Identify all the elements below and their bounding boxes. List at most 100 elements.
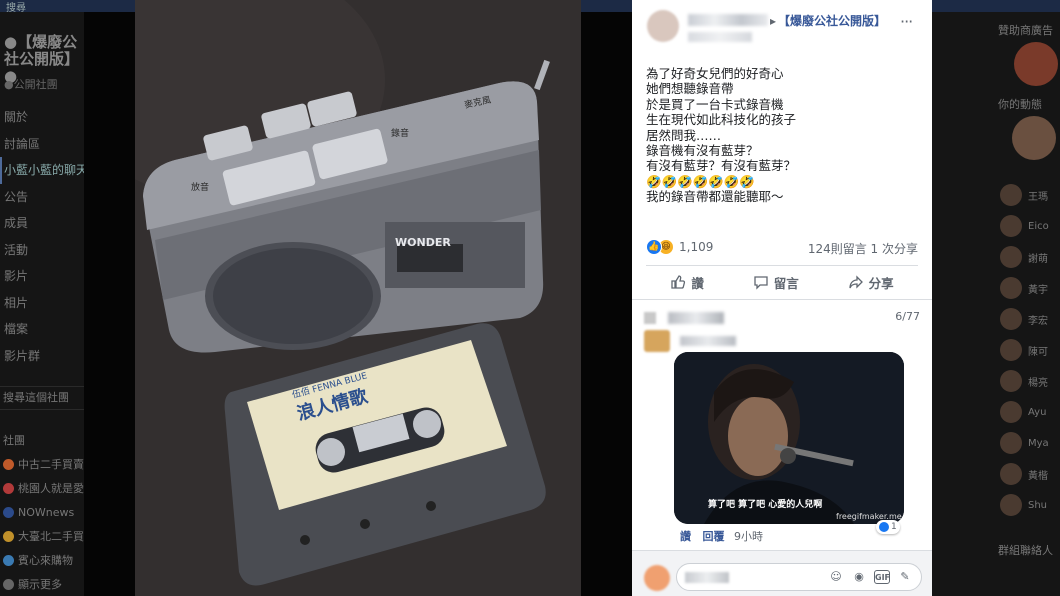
commenter-name-blurred[interactable]	[680, 336, 736, 346]
background-nav-item: 影片群	[4, 348, 41, 363]
viewer-avatar	[644, 565, 670, 591]
comment-label: 留言	[773, 275, 799, 291]
cassette-player-illustration: 放音 錄音 麥克風 WONDER 浪人情歌 伍佰 FENNA BLUE	[135, 0, 581, 596]
contact-name: 謝萌	[1028, 253, 1048, 265]
comment-placeholder-blurred	[685, 572, 729, 583]
post-actions: 讚 留言 分享	[646, 268, 918, 296]
camera-icon[interactable]: ◉	[851, 569, 867, 585]
contact-avatar	[1000, 277, 1022, 299]
like-label: 讚	[691, 275, 704, 291]
group-avatar-icon	[3, 530, 14, 542]
background-contact-item: 李宏	[1000, 306, 1048, 332]
contact-avatar	[1000, 494, 1022, 516]
comment-reaction-badge[interactable]: 1	[876, 520, 900, 534]
background-contact-item: Shu	[1000, 492, 1047, 518]
share-button[interactable]: 分享	[848, 273, 894, 292]
commenter-avatar[interactable]	[644, 330, 670, 352]
background-nav-item: 關於	[4, 110, 29, 124]
background-left-column: ●【爆廢公社公開版】● ●公開社團 關於討論區小藍小藍的聊天室公告成員活動影片相…	[0, 12, 84, 596]
more-options-button[interactable]: ···	[900, 12, 913, 31]
background-contact-item: 王瑪	[1000, 182, 1048, 208]
share-arrow-icon	[848, 275, 863, 289]
contact-avatar	[1000, 246, 1022, 268]
contact-name: Mya	[1028, 437, 1049, 449]
comment-reaction-count: 1	[891, 522, 897, 532]
contact-name: 黃宇	[1028, 284, 1048, 296]
background-contact-item: 黃楷	[1000, 461, 1048, 487]
comment-composer: ☺ ◉ GIF ✎	[632, 550, 932, 596]
contact-name: 王瑪	[1028, 191, 1048, 203]
post-body: 為了好奇女兒們的好奇心 她們想聽錄音帶 於是買了一台卡式錄音機 生在現代如此科技化的孩…	[646, 66, 926, 205]
group-link[interactable]: ▸ 【爆廢公社公開版】	[770, 12, 886, 29]
background-group-nav: 關於討論區小藍小藍的聊天室公告成員活動影片相片檔案影片群	[0, 104, 84, 369]
emoji-icon[interactable]: ☺	[828, 569, 844, 585]
post-header: ▸ 【爆廢公社公開版】 ···	[632, 0, 932, 50]
background-online-title: 你的動態	[998, 98, 1042, 111]
background-contact-item: 謝萌	[1000, 244, 1048, 270]
gif-icon[interactable]: GIF	[874, 570, 890, 584]
author-name-blurred[interactable]	[688, 14, 768, 26]
group-avatar-icon	[3, 578, 14, 590]
contact-avatar	[1000, 308, 1022, 330]
comment-page-count: 6/77	[895, 310, 920, 323]
like-button[interactable]: 讚	[670, 273, 704, 292]
background-contact-item: Mya	[1000, 430, 1049, 456]
background-ad-image	[1014, 42, 1058, 86]
sticker-icon[interactable]: ✎	[897, 569, 913, 585]
background-contact-item: 陳可	[1000, 337, 1048, 363]
background-group-search: 搜尋這個社團	[0, 386, 84, 410]
contact-avatar	[1000, 463, 1022, 485]
contact-name: Eico	[1028, 220, 1049, 232]
author-avatar[interactable]	[647, 10, 679, 42]
background-nav-item: 成員	[4, 216, 29, 230]
contact-avatar	[1000, 215, 1022, 237]
player-brand-label: WONDER	[395, 236, 451, 249]
contact-avatar	[1000, 184, 1022, 206]
background-group-label: 桃園人就是愛	[18, 482, 84, 495]
comment-button[interactable]: 留言	[753, 273, 799, 292]
post-text-line: 居然問我……	[646, 127, 722, 143]
contact-name: 楊亮	[1028, 377, 1048, 389]
comment-bubble-icon	[754, 276, 768, 290]
background-nav-item: 小藍小藍的聊天室	[0, 157, 84, 184]
reaction-icons: 👍 😆	[646, 239, 678, 255]
background-groups-title: 社團	[3, 434, 25, 447]
background-group-item: 顯示更多	[0, 572, 84, 596]
background-group-label: NOWnews	[18, 505, 75, 519]
reaction-count[interactable]: 1,109	[679, 240, 713, 254]
post-text-line: 於是買了一台卡式錄音機	[646, 96, 784, 112]
group-avatar-icon	[3, 554, 14, 566]
comment-gif[interactable]: 算了吧 算了吧 心愛的人兒啊 freegifmaker.me	[674, 352, 904, 524]
comment-share-count[interactable]: 124則留言 1 次分享	[808, 240, 918, 257]
background-group-label: 賓心來購物	[18, 554, 73, 567]
comment-like-button[interactable]: 讚	[680, 530, 691, 543]
post-text-line: 有沒有藍芽？有沒有藍芽？	[646, 158, 797, 174]
post-photo[interactable]: 放音 錄音 麥克風 WONDER 浪人情歌 伍佰 FENNA BLUE	[135, 0, 581, 596]
background-groups-list: 中古二手買賣桃園人就是愛 NOWnews 大臺北二手買賣賓心來購物顯示更多	[0, 452, 84, 596]
comment-input[interactable]: ☺ ◉ GIF ✎	[676, 563, 922, 591]
contact-avatar	[1000, 401, 1022, 423]
comment-time: 9小時	[734, 530, 763, 543]
background-group-label: 顯示更多	[18, 578, 62, 591]
group-name: 【爆廢公社公開版】	[778, 14, 887, 28]
contact-name: 陳可	[1028, 346, 1048, 358]
reaction-bar[interactable]: 👍 😆 1,109 124則留言 1 次分享	[646, 238, 918, 258]
background-story-image	[1012, 116, 1056, 160]
background-nav-item: 檔案	[4, 322, 29, 336]
contact-avatar	[1000, 370, 1022, 392]
player-playback-label: 放音	[191, 181, 209, 193]
comment-reply-button[interactable]: 回覆	[703, 530, 725, 543]
post-text-line: 生在現代如此科技化的孩子	[646, 112, 797, 128]
gif-caption: 算了吧 算了吧 心愛的人兒啊	[708, 500, 823, 510]
background-nav-item: 討論區	[4, 136, 41, 151]
background-group-item: NOWnews	[0, 500, 84, 524]
contact-name: 李宏	[1028, 315, 1048, 327]
comment-filter-blurred[interactable]	[668, 312, 724, 324]
background-contact-item: 楊亮	[1000, 368, 1048, 394]
background-right-column: 贊助商廣告 你的動態 王瑪 Eico 謝萌 黃宇 李宏 陳可 楊亮 Ayu Mya 黃楷 Shu 群…	[932, 12, 1060, 596]
contact-avatar	[1000, 339, 1022, 361]
comment-actions: 讚 回覆 9小時	[680, 528, 763, 544]
background-contacts-footer: 群組聯絡人	[998, 544, 1053, 557]
share-label: 分享	[868, 275, 894, 291]
background-group-privacy: ●公開社團	[4, 78, 58, 91]
